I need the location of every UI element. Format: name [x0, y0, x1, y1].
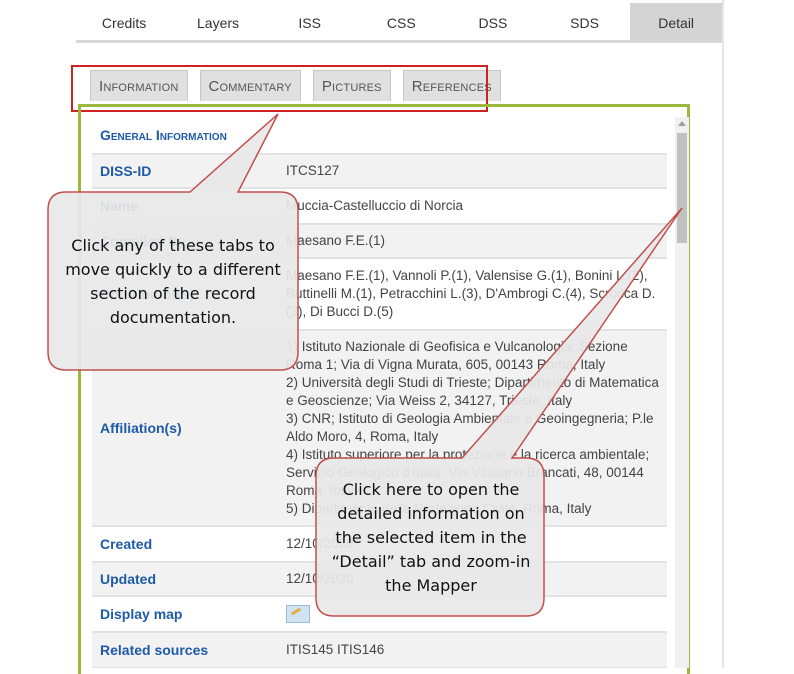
- field-value: ITCS127: [278, 154, 667, 189]
- table-row: Related sources ITIS145 ITIS146: [92, 632, 667, 668]
- vertical-scrollbar[interactable]: [675, 117, 689, 668]
- section-header: General Information: [92, 117, 667, 155]
- field-label: Affiliation(s): [92, 330, 278, 527]
- tab-layers[interactable]: Layers: [172, 3, 264, 43]
- tab-css[interactable]: CSS: [355, 3, 447, 43]
- map-thumbnail-icon[interactable]: [286, 605, 310, 624]
- tab-dss[interactable]: DSS: [447, 3, 539, 43]
- field-value[interactable]: ITIS145 ITIS146: [278, 632, 667, 668]
- table-row: Name Muccia-Castelluccio di Norcia: [92, 188, 667, 225]
- scroll-thumb[interactable]: [677, 133, 687, 243]
- field-value: Maesano F.E.(1), Vannoli P.(1), Valensis…: [278, 258, 667, 331]
- detail-callout-text: Click here to open the detailed informat…: [331, 480, 531, 595]
- scroll-up-arrow-icon[interactable]: [678, 121, 686, 126]
- panel-right-border: [722, 0, 724, 668]
- tab-detail[interactable]: Detail: [630, 3, 722, 43]
- section-header-row: General Information: [92, 117, 667, 155]
- tab-sds[interactable]: SDS: [539, 3, 631, 43]
- field-label: Created: [92, 526, 278, 563]
- table-row: DISS-ID ITCS127: [92, 154, 667, 189]
- tab-credits[interactable]: Credits: [76, 3, 172, 43]
- table-row: Display map: [92, 596, 667, 633]
- top-tab-bar: Credits Layers ISS CSS DSS SDS Detail: [76, 3, 722, 43]
- field-value: Muccia-Castelluccio di Norcia: [278, 188, 667, 225]
- field-label: Name: [92, 188, 278, 225]
- field-label: Related sources: [92, 632, 278, 668]
- tabs-callout-text: Click any of these tabs to move quickly …: [65, 236, 281, 327]
- field-label: Updated: [92, 562, 278, 597]
- field-label: DISS-ID: [92, 154, 278, 189]
- field-value: [278, 596, 667, 633]
- tab-iss[interactable]: ISS: [264, 3, 356, 43]
- field-label: Display map: [92, 596, 278, 633]
- field-value: Maesano F.E.(1): [278, 224, 667, 259]
